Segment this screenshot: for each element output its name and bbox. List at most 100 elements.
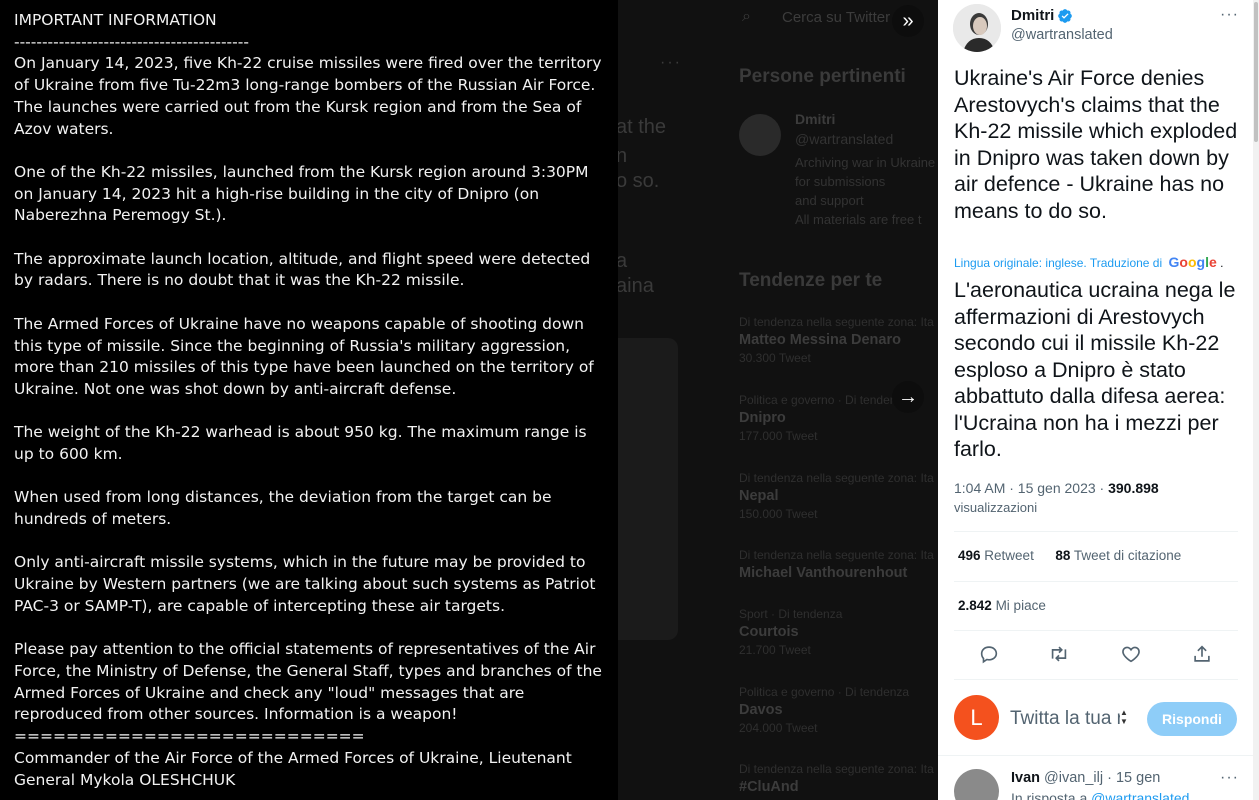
trend-item[interactable]: Di tendenza nella seguente zona: Ita Mic… bbox=[739, 548, 938, 581]
engagement-stats: 496 Retweet 88 Tweet di citazione bbox=[958, 548, 1181, 563]
submit-reply-button[interactable]: Rispondi bbox=[1147, 702, 1237, 736]
retweet-icon bbox=[1051, 646, 1067, 662]
more-icon[interactable]: ··· bbox=[660, 54, 682, 72]
image-title: IMPORTANT INFORMATION bbox=[14, 11, 217, 29]
logo-letter: g bbox=[1196, 254, 1206, 270]
reply-button[interactable] bbox=[978, 643, 1004, 665]
trend-category: Di tendenza nella seguente zona: Ita bbox=[739, 471, 934, 485]
trend-category: Di tendenza nella seguente zona: Ita bbox=[739, 548, 934, 562]
reply-author-name[interactable]: Ivan bbox=[1011, 770, 1040, 786]
scrollbar[interactable] bbox=[1253, 0, 1259, 800]
author-handle[interactable]: @wartranslated bbox=[1011, 27, 1113, 43]
translation-suffix: . bbox=[1220, 256, 1224, 270]
trend-topic: #CluAnd bbox=[739, 779, 799, 795]
translation-label: Lingua originale: inglese. Traduzione di bbox=[954, 256, 1163, 270]
trend-count: 150.000 Tweet bbox=[739, 507, 818, 521]
reply-context-link[interactable]: @wartranslated bbox=[1091, 790, 1189, 800]
tweet-image-panel: IMPORTANT INFORMATION ------------------… bbox=[0, 0, 618, 800]
retweets-stat[interactable]: 496 Retweet bbox=[958, 548, 1034, 563]
avatar-photo-icon bbox=[953, 4, 1001, 52]
divider bbox=[954, 630, 1238, 631]
image-paragraph: Only anti-aircraft missile systems, whic… bbox=[14, 553, 596, 615]
image-paragraph: The weight of the Kh-22 warhead is about… bbox=[14, 423, 587, 463]
retweet-button[interactable] bbox=[1048, 643, 1074, 665]
views-label: visualizzazioni bbox=[954, 500, 1038, 515]
trend-count: 21.700 Tweet bbox=[739, 643, 811, 657]
background-image-preview bbox=[618, 338, 678, 640]
dimmed-background: ⌕ Cerca su Twitter ··· at the n o so. a … bbox=[618, 0, 938, 800]
likes-stat[interactable]: 2.842 Mi piace bbox=[958, 598, 1046, 613]
image-signature: Commander of the Air Force of the Armed … bbox=[14, 748, 572, 789]
background-fragment: a bbox=[618, 250, 628, 272]
more-icon[interactable]: ··· bbox=[1220, 6, 1239, 24]
divider bbox=[938, 755, 1259, 756]
trend-category: Politica e governo · Di tendenza bbox=[739, 685, 910, 699]
separator-line: =========================== bbox=[14, 727, 365, 746]
logo-letter: o bbox=[1187, 254, 1197, 270]
search-placeholder: Cerca su Twitter bbox=[782, 9, 891, 26]
verified-badge-icon bbox=[1058, 9, 1072, 23]
collapse-sidebar-button[interactable]: » bbox=[892, 5, 924, 37]
reply-tweet[interactable]: Ivan @ivan_ilj · 15 gen ··· In risposta … bbox=[938, 757, 1259, 800]
likes-count: 2.842 bbox=[958, 598, 992, 613]
quotes-label: Tweet di citazione bbox=[1073, 548, 1182, 563]
tweet-text: Ukraine's Air Force denies Arestovych's … bbox=[954, 66, 1238, 223]
trend-item[interactable]: Di tendenza nella seguente zona: Ita #Cl… bbox=[739, 762, 938, 795]
reply-context: In risposta a @wartranslated bbox=[1011, 790, 1189, 800]
trend-category: Di tendenza nella seguente zona: Ita bbox=[739, 762, 934, 776]
trend-item[interactable]: Di tendenza nella seguente zona: Ita Nep… bbox=[739, 471, 938, 521]
divider bbox=[954, 581, 1238, 582]
reply-input[interactable] bbox=[1010, 704, 1120, 734]
trend-item[interactable]: Politica e governo · Di tendenza Davos 2… bbox=[739, 685, 938, 735]
divider bbox=[954, 679, 1238, 680]
author-name[interactable]: Dmitri bbox=[1011, 7, 1054, 24]
scroll-stepper-icon[interactable]: ▲ ▼ bbox=[1120, 708, 1128, 726]
views-count: 390.898 bbox=[1108, 480, 1159, 496]
trend-item[interactable]: Di tendenza nella seguente zona: Ita Mat… bbox=[739, 315, 938, 365]
avatar[interactable]: L bbox=[954, 695, 999, 740]
trend-category: Di tendenza nella seguente zona: Ita bbox=[739, 315, 934, 329]
trend-category: Sport · Di tendenza bbox=[739, 607, 843, 621]
related-user-name: Dmitri bbox=[795, 111, 836, 127]
quotes-stat[interactable]: 88 Tweet di citazione bbox=[1055, 548, 1181, 563]
avatar[interactable] bbox=[739, 114, 781, 156]
image-paragraph: Please pay attention to the official sta… bbox=[14, 640, 602, 724]
share-button[interactable] bbox=[1191, 643, 1217, 665]
background-fragment: n bbox=[618, 145, 628, 167]
avatar-letter: L bbox=[970, 704, 983, 730]
retweets-count: 496 bbox=[958, 548, 981, 563]
next-image-button[interactable]: → bbox=[892, 381, 924, 413]
trend-item[interactable]: Sport · Di tendenza Courtois 21.700 Twee… bbox=[739, 607, 938, 657]
background-fragment: aina bbox=[618, 275, 654, 297]
tweet-translated-text: L'aeronautica ucraina nega le affermazio… bbox=[954, 278, 1236, 461]
background-fragment: at the bbox=[618, 116, 667, 138]
likes-label: Mi piace bbox=[995, 598, 1046, 613]
reply-author-handle[interactable]: @ivan_ilj bbox=[1044, 770, 1103, 786]
reply-icon bbox=[980, 646, 998, 664]
tweet-timestamp[interactable]: 1:04 AM · 15 gen 2023 · bbox=[954, 480, 1108, 496]
translation-note[interactable]: Lingua originale: inglese. Traduzione di… bbox=[954, 254, 1244, 270]
related-people-title: Persone pertinenti bbox=[739, 66, 906, 87]
background-fragment: o so. bbox=[618, 170, 660, 192]
avatar[interactable] bbox=[953, 4, 1001, 52]
avatar[interactable] bbox=[954, 769, 999, 800]
image-paragraph: The Armed Forces of Ukraine have no weap… bbox=[14, 314, 594, 398]
image-paragraph: On January 14, 2023, five Kh-22 cruise m… bbox=[14, 54, 602, 138]
image-paragraph: When used from long distances, the devia… bbox=[14, 488, 552, 529]
tweet-detail-panel: Dmitri @wartranslated ··· Ukraine's Air … bbox=[938, 0, 1259, 800]
heart-icon bbox=[1122, 646, 1140, 663]
trends-title: Tendenze per te bbox=[739, 270, 883, 291]
double-chevron-right-icon: » bbox=[902, 10, 914, 32]
reply-context-label: In risposta a bbox=[1011, 790, 1088, 800]
trend-topic: Nepal bbox=[739, 488, 779, 504]
google-logo: Google bbox=[1169, 254, 1217, 270]
logo-letter: e bbox=[1208, 254, 1217, 270]
more-icon[interactable]: ··· bbox=[1220, 769, 1239, 787]
like-button[interactable] bbox=[1120, 643, 1146, 665]
divider bbox=[954, 531, 1238, 532]
scrollbar-thumb[interactable] bbox=[1254, 2, 1258, 142]
reply-date[interactable]: · 15 gen bbox=[1107, 770, 1160, 786]
trend-topic: Courtois bbox=[739, 624, 799, 640]
reply-author: Ivan @ivan_ilj · 15 gen bbox=[1011, 770, 1160, 786]
logo-letter: o bbox=[1179, 254, 1188, 270]
